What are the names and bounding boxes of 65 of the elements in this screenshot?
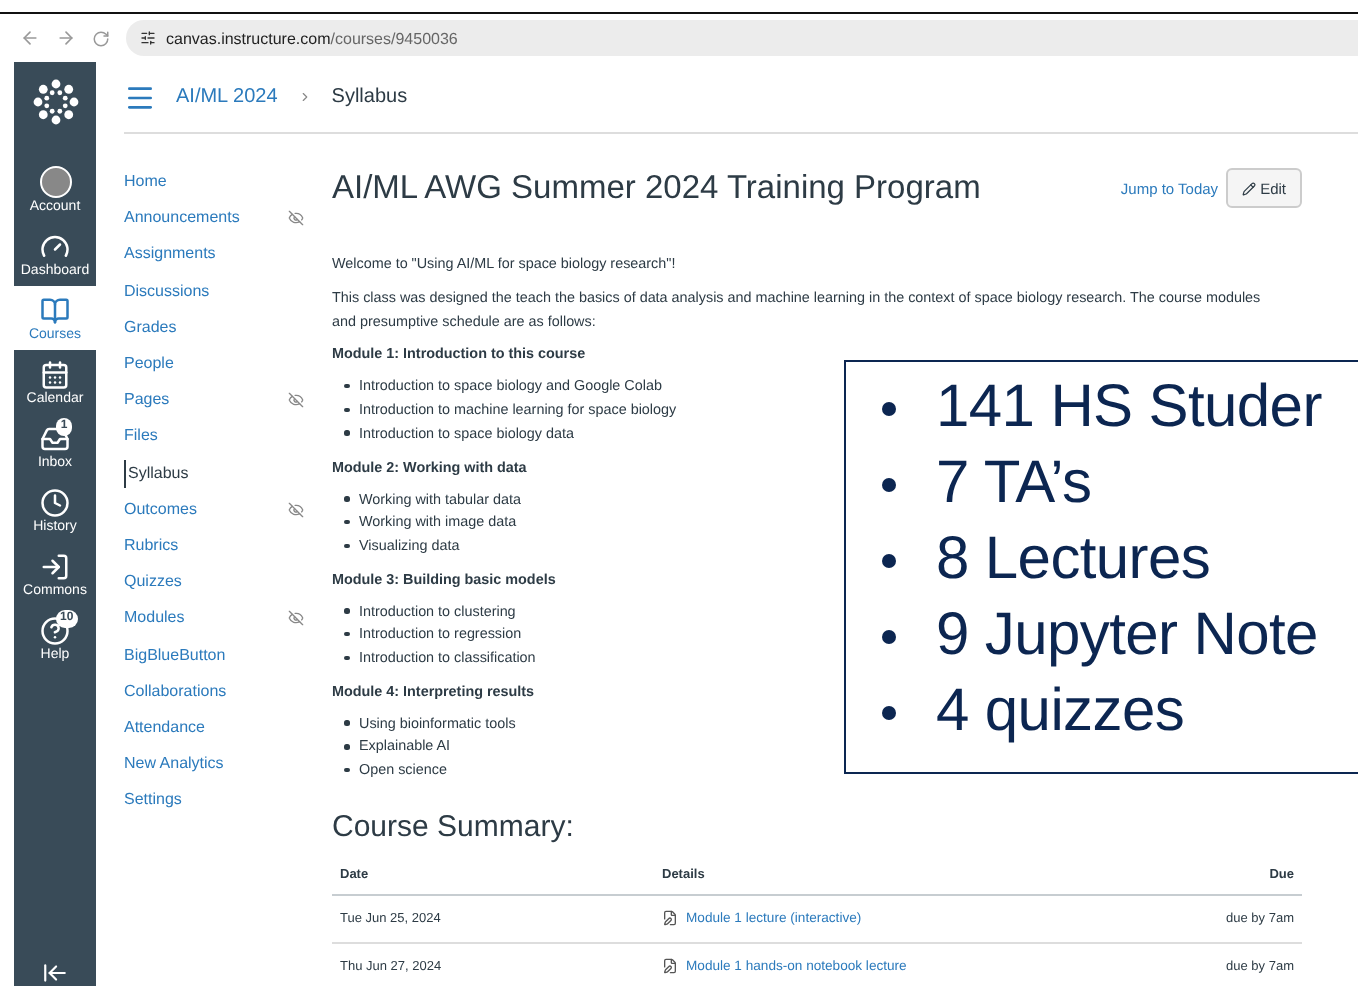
course-nav-link[interactable]: Pages xyxy=(124,386,170,415)
page-title: AI/ML AWG Summer 2024 Training Program xyxy=(332,169,981,207)
assignment-icon xyxy=(662,910,678,927)
bullet-icon xyxy=(344,519,349,525)
course-nav-link[interactable]: People xyxy=(124,350,174,379)
assignment-icon xyxy=(662,958,678,975)
collapse-icon[interactable] xyxy=(42,960,68,986)
course-nav-link[interactable]: Home xyxy=(124,168,167,197)
bullet-icon xyxy=(344,383,349,389)
bullet-icon xyxy=(344,496,349,502)
bullet-icon xyxy=(344,720,349,726)
callout-text: 7 TA’s xyxy=(936,448,1092,520)
pencil-icon xyxy=(1242,181,1257,195)
course-nav-link[interactable]: Settings xyxy=(124,786,182,815)
callout-text: 4 quizzes xyxy=(936,676,1185,748)
calendar-icon xyxy=(40,359,70,389)
bullet-icon xyxy=(882,705,896,719)
course-nav-link[interactable]: Collaborations xyxy=(124,677,227,706)
course-nav-link[interactable]: Outcomes xyxy=(124,495,197,524)
bullet-icon xyxy=(882,553,896,567)
arrow-in-icon xyxy=(40,551,70,581)
dashboard-icon xyxy=(40,231,70,261)
callout-text: 9 Jupyter Note xyxy=(936,600,1318,672)
bullet-icon xyxy=(344,744,349,750)
course-nav-link[interactable]: Announcements xyxy=(124,204,240,233)
course-nav-link[interactable]: Discussions xyxy=(124,277,210,306)
book-icon xyxy=(40,295,70,325)
inbox-icon xyxy=(40,423,70,453)
bullet-icon xyxy=(344,543,349,548)
reload-icon[interactable] xyxy=(92,29,110,47)
menu-icon[interactable] xyxy=(124,81,156,113)
avatar-icon xyxy=(39,166,71,198)
course-nav-link[interactable]: Assignments xyxy=(124,240,216,269)
back-icon[interactable] xyxy=(20,28,40,48)
course-nav-link[interactable]: Syllabus xyxy=(124,459,189,488)
site-settings-icon[interactable] xyxy=(140,30,156,46)
course-nav-link[interactable]: Files xyxy=(124,422,158,451)
bullet-icon xyxy=(344,631,349,637)
help-icon xyxy=(40,615,70,645)
bullet-icon xyxy=(882,401,896,415)
bullet-icon xyxy=(344,767,349,773)
course-nav-link[interactable]: Quizzes xyxy=(124,568,182,597)
chevron-icon xyxy=(297,90,312,104)
course-nav-link[interactable]: BigBlueButton xyxy=(124,641,226,670)
clock-icon xyxy=(40,487,70,517)
course-nav-link[interactable]: Attendance xyxy=(124,713,205,742)
course-nav-link[interactable]: Modules xyxy=(124,604,185,633)
bullet-icon xyxy=(344,430,349,436)
address-bar[interactable]: canvas.instructure.com/courses/9450036 xyxy=(126,20,1358,56)
bullet-icon xyxy=(344,407,349,413)
callout-text: 141 HS Studer xyxy=(936,372,1322,444)
url-text: canvas.instructure.com/courses/9450036 xyxy=(166,29,458,47)
forward-icon[interactable] xyxy=(56,28,76,48)
course-nav-link[interactable]: Rubrics xyxy=(124,531,179,560)
bullet-icon xyxy=(344,608,349,614)
logo-icon[interactable] xyxy=(31,78,79,126)
course-nav-link[interactable]: Grades xyxy=(124,313,177,342)
callout-text: 8 Lectures xyxy=(936,524,1211,596)
course-nav-link[interactable]: New Analytics xyxy=(124,750,224,779)
bullet-icon xyxy=(882,629,896,643)
breadcrumb-link[interactable]: AI/ML 2024 xyxy=(176,86,278,108)
breadcrumb-link[interactable]: Syllabus xyxy=(331,86,408,108)
bullet-icon xyxy=(344,655,349,661)
section-title: Course Summary: xyxy=(332,809,576,844)
bullet-icon xyxy=(882,477,896,491)
